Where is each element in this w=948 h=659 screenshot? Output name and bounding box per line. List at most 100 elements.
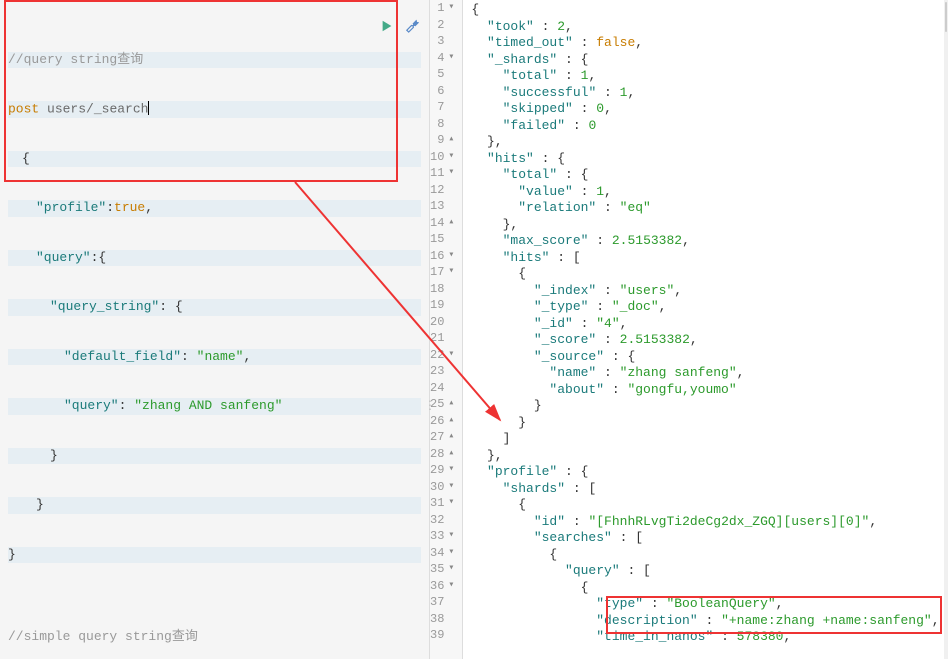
- code-line[interactable]: ]: [471, 431, 939, 448]
- line-number: 24: [430, 380, 456, 397]
- line-number: 16▾: [430, 248, 456, 265]
- fold-icon[interactable]: ▴: [446, 215, 456, 232]
- response-json[interactable]: { "took" : 2, "timed_out" : false, "_sha…: [463, 0, 943, 659]
- wrench-icon[interactable]: [404, 18, 419, 37]
- line-number: 2: [430, 17, 456, 34]
- fold-icon[interactable]: ▾: [446, 50, 456, 67]
- pane-resize-handle[interactable]: ⋮: [424, 398, 435, 413]
- fold-icon[interactable]: ▴: [446, 413, 456, 430]
- fold-icon[interactable]: ▴: [446, 396, 456, 413]
- code-line[interactable]: },: [471, 448, 939, 465]
- code-line[interactable]: },: [471, 217, 939, 234]
- line-number: 31▾: [430, 495, 456, 512]
- request-editor[interactable]: //query string查询 post users/_search { "p…: [0, 0, 429, 659]
- fold-icon[interactable]: ▾: [446, 528, 456, 545]
- line-gutter: 1▾234▾56789▴10▾11▾121314▴1516▾17▾1819202…: [430, 0, 463, 659]
- code-line[interactable]: "_index" : "users",: [471, 283, 939, 300]
- line-number: 7: [430, 99, 456, 116]
- code-line[interactable]: "_score" : 2.5153382,: [471, 332, 939, 349]
- fold-icon[interactable]: ▾: [446, 248, 456, 265]
- code-line[interactable]: "time_in_nanos" : 578380,: [471, 629, 939, 646]
- code-line[interactable]: "relation" : "eq": [471, 200, 939, 217]
- code-line[interactable]: {: [471, 580, 939, 597]
- line-number: 13: [430, 198, 456, 215]
- line-number: 12: [430, 182, 456, 199]
- http-method: post: [8, 101, 39, 116]
- fold-icon[interactable]: ▴: [446, 429, 456, 446]
- code-line[interactable]: "_shards" : {: [471, 52, 939, 69]
- scroll-thumb[interactable]: [945, 2, 947, 32]
- line-number: 9▴: [430, 132, 456, 149]
- line-number: 6: [430, 83, 456, 100]
- code-line[interactable]: "name" : "zhang sanfeng",: [471, 365, 939, 382]
- line-number: 35▾: [430, 561, 456, 578]
- fold-icon[interactable]: ▾: [446, 561, 456, 578]
- fold-icon[interactable]: ▾: [446, 545, 456, 562]
- fold-icon[interactable]: ▴: [446, 446, 456, 463]
- request-actions: [380, 18, 419, 37]
- line-number: 29▾: [430, 462, 456, 479]
- fold-icon[interactable]: ▾: [446, 462, 456, 479]
- line-number: 21: [430, 330, 456, 347]
- request-editor-pane[interactable]: //query string查询 post users/_search { "p…: [0, 0, 430, 659]
- fold-icon[interactable]: ▾: [446, 0, 456, 17]
- code-line[interactable]: "total" : 1,: [471, 68, 939, 85]
- line-number: 30▾: [430, 479, 456, 496]
- line-number: 37: [430, 594, 456, 611]
- line-number: 11▾: [430, 165, 456, 182]
- code-line[interactable]: "_id" : "4",: [471, 316, 939, 333]
- code-line[interactable]: "hits" : [: [471, 250, 939, 267]
- code-line[interactable]: "skipped" : 0,: [471, 101, 939, 118]
- code-line[interactable]: "max_score" : 2.5153382,: [471, 233, 939, 250]
- code-line[interactable]: "type" : "BooleanQuery",: [471, 596, 939, 613]
- fold-icon[interactable]: ▾: [446, 495, 456, 512]
- line-number: 4▾: [430, 50, 456, 67]
- code-line[interactable]: "total" : {: [471, 167, 939, 184]
- fold-icon[interactable]: ▾: [446, 479, 456, 496]
- endpoint: users/_search: [47, 101, 148, 116]
- line-number: 32: [430, 512, 456, 529]
- line-number: 28▴: [430, 446, 456, 463]
- fold-icon[interactable]: ▾: [446, 578, 456, 595]
- line-number: 3: [430, 33, 456, 50]
- comment: //query string查询: [8, 52, 143, 67]
- play-icon[interactable]: [380, 19, 394, 37]
- code-line[interactable]: "profile" : {: [471, 464, 939, 481]
- code-line[interactable]: "description" : "+name:zhang +name:sanfe…: [471, 613, 939, 630]
- code-line[interactable]: "hits" : {: [471, 151, 939, 168]
- code-line[interactable]: "about" : "gongfu,youmo": [471, 382, 939, 399]
- code-line[interactable]: "id" : "[FhnhRLvgTi2deCg2dx_ZGQ][users][…: [471, 514, 939, 531]
- code-line[interactable]: "searches" : [: [471, 530, 939, 547]
- code-line[interactable]: "took" : 2,: [471, 19, 939, 36]
- code-line[interactable]: "value" : 1,: [471, 184, 939, 201]
- code-line[interactable]: "_source" : {: [471, 349, 939, 366]
- code-line[interactable]: "_type" : "_doc",: [471, 299, 939, 316]
- code-line[interactable]: {: [471, 2, 939, 19]
- line-number: 5: [430, 66, 456, 83]
- code-line[interactable]: "timed_out" : false,: [471, 35, 939, 52]
- fold-icon[interactable]: ▾: [446, 165, 456, 182]
- fold-icon[interactable]: ▾: [446, 149, 456, 166]
- line-number: 34▾: [430, 545, 456, 562]
- line-number: 33▾: [430, 528, 456, 545]
- code-line[interactable]: "failed" : 0: [471, 118, 939, 135]
- line-number: 26▴: [430, 413, 456, 430]
- code-line[interactable]: {: [471, 266, 939, 283]
- response-viewer-pane: 1▾234▾56789▴10▾11▾121314▴1516▾17▾1819202…: [430, 0, 948, 659]
- fold-icon[interactable]: ▾: [446, 264, 456, 281]
- code-line[interactable]: {: [471, 547, 939, 564]
- code-line[interactable]: "successful" : 1,: [471, 85, 939, 102]
- code-line[interactable]: {: [471, 497, 939, 514]
- line-number: 39: [430, 627, 456, 644]
- code-line[interactable]: }: [471, 398, 939, 415]
- fold-icon[interactable]: ▾: [446, 347, 456, 364]
- code-line[interactable]: },: [471, 134, 939, 151]
- scrollbar[interactable]: [944, 0, 948, 659]
- code-line[interactable]: "shards" : [: [471, 481, 939, 498]
- text-cursor: [148, 101, 149, 115]
- code-line[interactable]: "query" : [: [471, 563, 939, 580]
- line-number: 15: [430, 231, 456, 248]
- fold-icon[interactable]: ▴: [446, 132, 456, 149]
- code-line[interactable]: }: [471, 415, 939, 432]
- line-number: 20: [430, 314, 456, 331]
